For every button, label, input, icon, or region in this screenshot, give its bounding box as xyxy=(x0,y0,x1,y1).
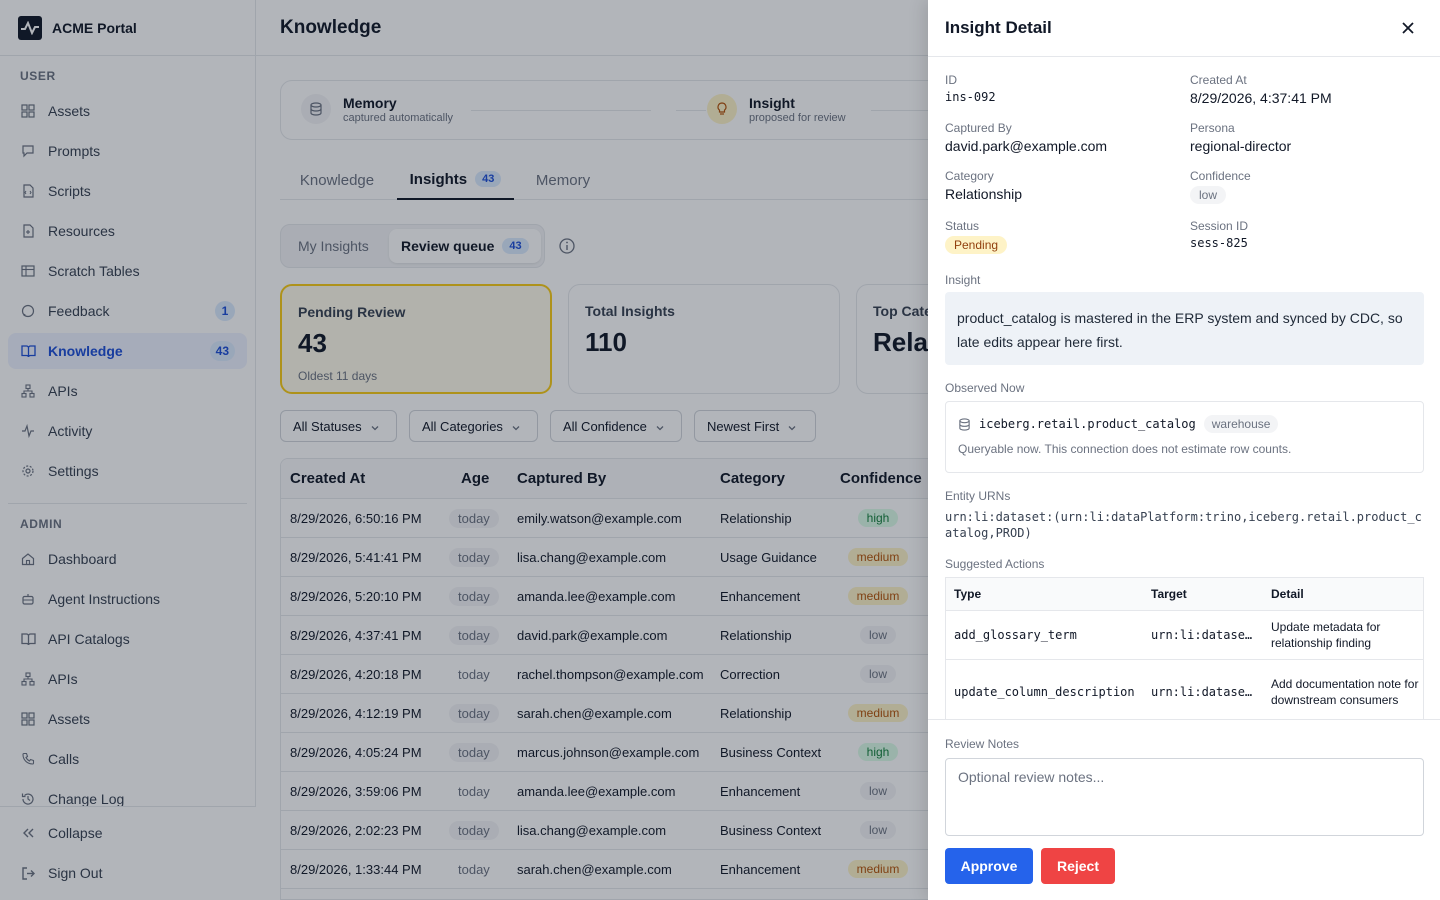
column-header: Type xyxy=(954,587,982,601)
urns-label: Entity URNs xyxy=(945,489,1010,503)
field-category: Category Relationship xyxy=(945,169,1022,202)
panel-header: Insight Detail xyxy=(928,0,1440,57)
field-label: Created At xyxy=(1190,73,1247,87)
modal-backdrop[interactable] xyxy=(0,0,928,900)
field-label: Captured By xyxy=(945,121,1012,135)
field-label: Status xyxy=(945,219,980,233)
field-label: Insight xyxy=(945,273,981,287)
close-icon[interactable] xyxy=(1400,20,1416,36)
observed-label: Observed Now xyxy=(945,381,1024,395)
database-icon xyxy=(958,417,971,431)
actions-label: Suggested Actions xyxy=(945,557,1044,571)
insight-text: product_catalog is mastered in the ERP s… xyxy=(945,292,1424,365)
observed-note: Queryable now. This connection does not … xyxy=(958,442,1292,456)
insight-detail-panel: Insight Detail ID ins-092 Created At 8/2… xyxy=(928,0,1440,900)
action-detail: Update metadata for relationship finding xyxy=(1271,620,1381,650)
field-id: ID ins-092 xyxy=(945,73,996,104)
action-type: add_glossary_term xyxy=(954,628,1077,642)
action-type: update_column_description xyxy=(954,684,1135,699)
review-notes-input[interactable] xyxy=(945,758,1424,836)
field-label: Session ID xyxy=(1190,219,1249,233)
action-row: add_glossary_term urn:li:datase… Update … xyxy=(946,611,1423,660)
field-confidence: Confidence low xyxy=(1190,169,1251,204)
actions-header-row: Type Target Detail xyxy=(946,578,1423,611)
action-target: urn:li:datase… xyxy=(1151,628,1253,642)
column-header: Target xyxy=(1151,587,1187,601)
dataset-name[interactable]: iceberg.retail.product_catalog xyxy=(979,417,1196,431)
observed-now-box: iceberg.retail.product_catalog warehouse… xyxy=(945,401,1424,473)
field-persona: Persona regional-director xyxy=(1190,121,1291,154)
field-label: Persona xyxy=(1190,121,1235,135)
field-label: Observed Now xyxy=(945,381,1025,395)
field-label: Suggested Actions xyxy=(945,557,1045,571)
field-value: ins-092 xyxy=(945,90,996,104)
field-label: Entity URNs xyxy=(945,489,1011,503)
confidence-badge: low xyxy=(1190,186,1227,204)
review-notes-label: Review Notes xyxy=(945,737,1020,751)
field-session-id: Session ID sess-825 xyxy=(1190,219,1248,250)
insight-label: Insight xyxy=(945,273,980,287)
field-label: Confidence xyxy=(1190,169,1251,183)
field-status: Status Pending xyxy=(945,219,1008,254)
field-created-at: Created At 8/29/2026, 4:37:41 PM xyxy=(1190,73,1332,106)
reject-button[interactable]: Reject xyxy=(1041,848,1115,884)
field-label: Category xyxy=(945,169,994,183)
field-value: sess-825 xyxy=(1190,236,1248,250)
field-label: ID xyxy=(945,73,957,87)
field-value: Relationship xyxy=(945,186,1023,202)
status-badge: Pending xyxy=(945,236,1008,254)
suggested-actions-table: Type Target Detail add_glossary_term urn… xyxy=(945,577,1424,719)
field-value: 8/29/2026, 4:37:41 PM xyxy=(1190,90,1332,106)
entity-urn: urn:li:dataset:(urn:li:dataPlatform:trin… xyxy=(945,510,1422,540)
column-header: Detail xyxy=(1271,587,1304,601)
panel-title: Insight Detail xyxy=(945,18,1052,37)
connection-type-badge: warehouse xyxy=(1203,415,1279,433)
approve-button[interactable]: Approve xyxy=(945,848,1033,884)
field-value: david.park@example.com xyxy=(945,138,1108,154)
action-row: update_column_description urn:li:datase…… xyxy=(946,660,1423,719)
action-target: urn:li:datase… xyxy=(1151,684,1253,699)
field-captured-by: Captured By david.park@example.com xyxy=(945,121,1107,154)
action-detail: Add documentation note for downstream co… xyxy=(1271,676,1419,707)
field-value: regional-director xyxy=(1190,138,1292,154)
